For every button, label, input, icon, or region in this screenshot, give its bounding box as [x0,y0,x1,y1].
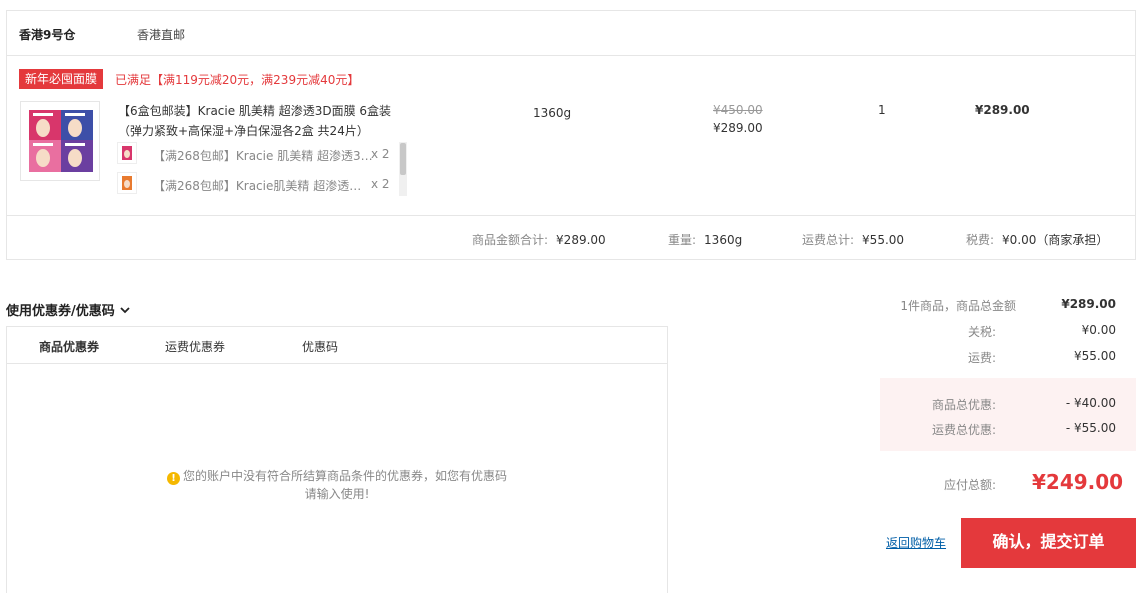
items-total-value: ¥289.00 [1061,297,1116,311]
gift-thumbnail [117,142,137,164]
shipping-value: ¥55.00 [1074,349,1116,363]
weight-label: 重量: [668,233,697,247]
gift-name: 【满268包邮】Kracie肌美精 超渗透高保湿面膜 [153,179,373,193]
goods-total-label: 商品金额合计: [472,233,549,247]
tab-shipping-coupon[interactable]: 运费优惠券 [165,338,225,355]
gift-list: 【满268包邮】Kracie 肌美精 超渗透3D面膜 x 2 【满268包邮】K… [115,142,407,196]
duty-label: 关税: [967,325,996,339]
shipping-total-label: 运费总计: [802,233,855,247]
order-summary-row: 商品金额合计: ¥289.00 重量: 1360g 运费总计: ¥55.00 税费: ¥… [7,215,1135,260]
coupon-toggle[interactable]: 使用优惠券/优惠码 [6,300,131,319]
tax-total: 税费: ¥0.00（商家承担） [966,231,1108,248]
original-price: ¥450.00 [713,103,763,117]
coupon-header: 使用优惠券/优惠码 [6,304,115,319]
product-weight: 1360g [533,106,572,120]
coupon-empty-message: ! 您的账户中没有符合所结算商品条件的优惠券，如您有优惠码 请输入使用! [157,467,517,503]
gift-qty: x 2 [371,177,390,191]
goods-total: 商品金额合计: ¥289.00 [472,231,606,248]
shipping-total: 运费总计: ¥55.00 [802,231,904,248]
payable-value: ¥249.00 [1032,470,1124,494]
empty-line-2: 请输入使用! [304,487,370,501]
shipping-total-value: ¥55.00 [862,233,905,247]
product-image[interactable] [20,101,100,181]
coupon-tabs: 商品优惠券 运费优惠券 优惠码 [7,327,667,364]
promo-tag: 新年必囤面膜 [19,69,104,89]
gift-name: 【满268包邮】Kracie 肌美精 超渗透3D面膜 [153,149,373,163]
unit-price: ¥289.00 [713,121,763,135]
tab-goods-coupon[interactable]: 商品优惠券 [39,338,99,355]
gift-item: 【满268包邮】Kracie肌美精 超渗透高保湿面膜 x 2 [115,172,395,196]
warehouse-header: 香港9号仓 香港直邮 [7,11,1135,56]
total-weight: 重量: 1360g [668,231,742,248]
gift-thumbnail [117,172,137,194]
scrollbar-thumb[interactable] [400,143,406,175]
shipping-discount-label: 运费总优惠: [931,423,996,437]
shipping-label: 运费: [967,351,996,365]
product-title[interactable]: 【6盒包邮装】Kracie 肌美精 超渗透3D面膜 6盒装（弹力紧致+高保湿+净… [118,101,408,141]
items-total-label: 1件商品，商品总金额 [900,299,1016,313]
promo-text: 已满足【满119元减20元，满239元减40元】 [115,73,360,87]
payable-label: 应付总额: [943,478,996,492]
duty-value: ¥0.00 [1081,323,1116,337]
tax-value: ¥0.00（商家承担） [1002,233,1109,247]
order-box: 香港9号仓 香港直邮 新年必囤面膜 已满足【满119元减20元，满239元减40… [6,10,1136,260]
shipping-type: 香港直邮 [137,28,186,42]
empty-line-1: 您的账户中没有符合所结算商品条件的优惠券，如您有优惠码 [182,469,507,483]
discount-box [880,378,1136,451]
shipping-discount-value: - ¥55.00 [1065,421,1116,435]
submit-order-button[interactable]: 确认，提交订单 [961,518,1136,568]
warning-icon: ! [166,472,180,485]
gift-scrollbar[interactable] [399,142,407,196]
product-quantity: 1 [878,103,886,117]
goods-discount-label: 商品总优惠: [931,398,996,412]
tab-promo-code[interactable]: 优惠码 [302,338,338,355]
gift-item: 【满268包邮】Kracie 肌美精 超渗透3D面膜 x 2 [115,142,395,166]
warehouse-name: 香港9号仓 [19,28,76,42]
goods-discount-value: - ¥40.00 [1065,396,1116,410]
weight-value: 1360g [704,233,743,247]
back-to-cart-link[interactable]: 返回购物车 [886,534,946,551]
gift-qty: x 2 [371,147,390,161]
coupon-panel: 商品优惠券 运费优惠券 优惠码 ! 您的账户中没有符合所结算商品条件的优惠券，如您… [6,326,668,593]
chevron-down-icon [119,304,131,319]
goods-total-value: ¥289.00 [556,233,606,247]
tax-label: 税费: [966,233,995,247]
product-subtotal: ¥289.00 [975,103,1030,117]
